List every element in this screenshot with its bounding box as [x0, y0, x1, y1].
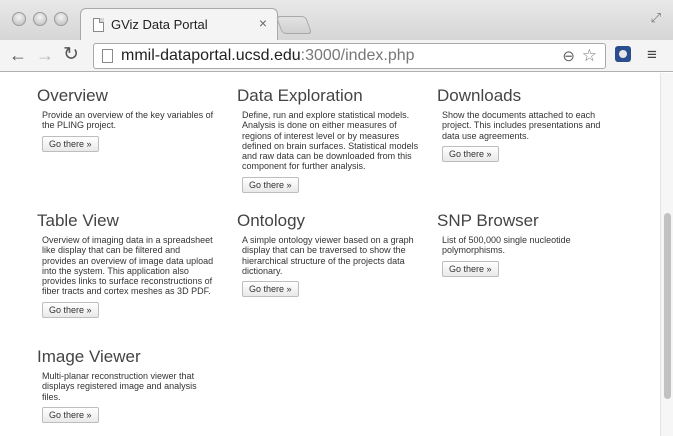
- card-snp-browser: SNP Browser List of 500,000 single nucle…: [437, 211, 597, 277]
- go-there-button[interactable]: Go there »: [442, 260, 499, 277]
- url-text[interactable]: mmil-dataportal.ucsd.edu:3000/index.php: [121, 47, 415, 65]
- card-title: Downloads: [437, 86, 522, 105]
- go-there-button[interactable]: Go there »: [442, 145, 499, 162]
- url-host: mmil-dataportal.ucsd.edu: [121, 47, 301, 64]
- address-bar[interactable]: mmil-dataportal.ucsd.edu:3000/index.php …: [93, 43, 606, 69]
- fullscreen-icon[interactable]: ⤢: [651, 10, 661, 26]
- card-title: Table View: [37, 211, 119, 230]
- card-downloads: Downloads Show the documents attached to…: [437, 86, 617, 162]
- zoom-icon[interactable]: ⊖: [562, 47, 575, 65]
- page-favicon-icon: [93, 18, 104, 32]
- card-image-viewer: Image Viewer Multi-planar reconstruction…: [37, 347, 214, 423]
- window-titlebar: GViz Data Portal × ⤢: [0, 0, 673, 40]
- card-table-view: Table View Overview of imaging data in a…: [37, 211, 214, 318]
- back-button[interactable]: ←: [9, 44, 27, 66]
- browser-tab[interactable]: GViz Data Portal ×: [80, 8, 278, 40]
- card-description: Multi-planar reconstruction viewer that …: [42, 371, 197, 402]
- card-data-exploration: Data Exploration Define, run and explore…: [237, 86, 422, 193]
- go-there-button[interactable]: Go there »: [42, 301, 99, 318]
- url-path: :3000/index.php: [300, 47, 415, 64]
- extension-icon[interactable]: [615, 46, 631, 62]
- vertical-scrollbar[interactable]: [660, 73, 673, 436]
- card-title: Image Viewer: [37, 347, 141, 366]
- page-content: Overview Provide an overview of the key …: [0, 73, 660, 436]
- go-there-button[interactable]: Go there »: [42, 406, 99, 423]
- card-title: Overview: [37, 86, 108, 105]
- card-description: Define, run and explore statistical mode…: [242, 110, 419, 172]
- minimize-window-button[interactable]: [33, 12, 47, 26]
- card-description: Overview of imaging data in a spreadshee…: [42, 235, 214, 297]
- new-tab-button[interactable]: [275, 16, 313, 34]
- tab-title: GViz Data Portal: [111, 17, 208, 32]
- go-there-button[interactable]: Go there »: [242, 176, 299, 193]
- card-title: Ontology: [237, 211, 306, 230]
- card-description: List of 500,000 single nucleotide polymo…: [442, 235, 571, 256]
- card-description: Show the documents attached to each proj…: [442, 110, 601, 141]
- card-description: A simple ontology viewer based on a grap…: [242, 235, 414, 276]
- browser-toolbar: ← → ↻ mmil-dataportal.ucsd.edu:3000/inde…: [0, 40, 673, 72]
- go-there-button[interactable]: Go there »: [42, 135, 99, 152]
- close-window-button[interactable]: [12, 12, 26, 26]
- card-title: Data Exploration: [237, 86, 363, 105]
- scrollbar-thumb[interactable]: [664, 213, 671, 399]
- tab-close-icon[interactable]: ×: [259, 15, 267, 31]
- go-there-button[interactable]: Go there »: [242, 281, 299, 298]
- forward-button[interactable]: →: [36, 44, 54, 66]
- browser-menu-icon[interactable]: ≡: [647, 45, 657, 65]
- card-title: SNP Browser: [437, 211, 539, 230]
- page-icon: [102, 49, 113, 63]
- card-ontology: Ontology A simple ontology viewer based …: [237, 211, 420, 298]
- bookmark-star-icon[interactable]: ☆: [582, 46, 597, 66]
- zoom-window-button[interactable]: [54, 12, 68, 26]
- reload-button[interactable]: ↻: [63, 44, 79, 66]
- card-overview: Overview Provide an overview of the key …: [37, 86, 227, 152]
- card-description: Provide an overview of the key variables…: [42, 110, 214, 131]
